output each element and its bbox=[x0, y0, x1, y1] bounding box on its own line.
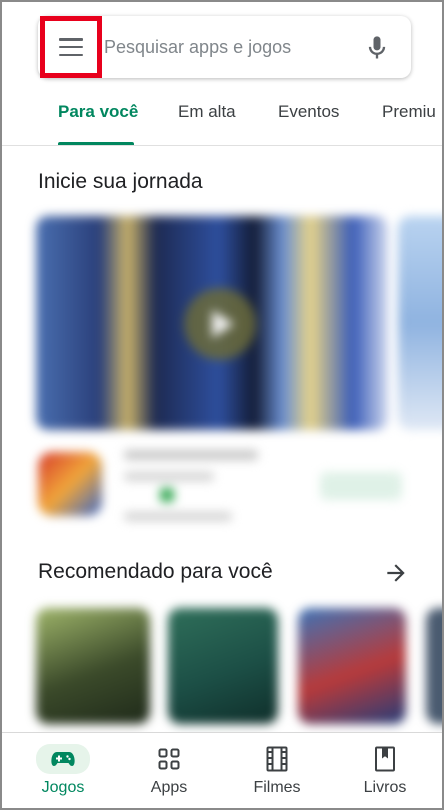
featured-next-card[interactable] bbox=[398, 216, 442, 430]
app-icon[interactable] bbox=[38, 452, 102, 516]
nav-label-apps: Apps bbox=[150, 779, 188, 796]
top-tabs: Para você Em alta Eventos Premiu bbox=[2, 90, 442, 146]
section-title-recommended: Recomendado para você bbox=[38, 560, 273, 583]
tab-para-voce[interactable]: Para você bbox=[58, 102, 138, 122]
gamepad-icon bbox=[51, 752, 75, 766]
tab-eventos[interactable]: Eventos bbox=[278, 102, 339, 122]
app-frame: Para você Em alta Eventos Premiu Inicie … bbox=[0, 0, 444, 810]
section-title-journey: Inicie sua jornada bbox=[38, 170, 203, 193]
nav-label-filmes: Filmes bbox=[253, 779, 301, 796]
nav-item-jogos[interactable]: Jogos bbox=[18, 743, 108, 797]
microphone-icon[interactable] bbox=[363, 33, 391, 63]
film-icon bbox=[266, 746, 288, 772]
recommended-app-1[interactable] bbox=[36, 608, 150, 724]
arrow-right-icon[interactable] bbox=[383, 560, 409, 586]
nav-item-livros[interactable]: Livros bbox=[340, 743, 430, 797]
menu-button[interactable] bbox=[40, 16, 102, 78]
bottom-navigation: Jogos Apps Filmes Livros bbox=[2, 732, 442, 808]
recommended-app-3[interactable] bbox=[298, 608, 406, 724]
active-tab-indicator bbox=[58, 142, 134, 145]
nav-item-filmes[interactable]: Filmes bbox=[232, 743, 322, 797]
search-bar[interactable] bbox=[38, 16, 411, 78]
featured-video-card[interactable] bbox=[36, 216, 388, 430]
hamburger-menu-icon bbox=[59, 38, 83, 56]
tab-premium[interactable]: Premiu bbox=[382, 102, 436, 122]
nav-label-jogos: Jogos bbox=[41, 779, 85, 796]
book-icon bbox=[375, 746, 395, 772]
tab-em-alta[interactable]: Em alta bbox=[178, 102, 236, 122]
search-input[interactable] bbox=[104, 32, 354, 62]
recommended-app-4[interactable] bbox=[426, 608, 442, 724]
nav-label-livros: Livros bbox=[363, 779, 407, 796]
apps-grid-icon bbox=[158, 748, 180, 770]
recommended-app-2[interactable] bbox=[168, 608, 278, 724]
nav-item-apps[interactable]: Apps bbox=[124, 743, 214, 797]
